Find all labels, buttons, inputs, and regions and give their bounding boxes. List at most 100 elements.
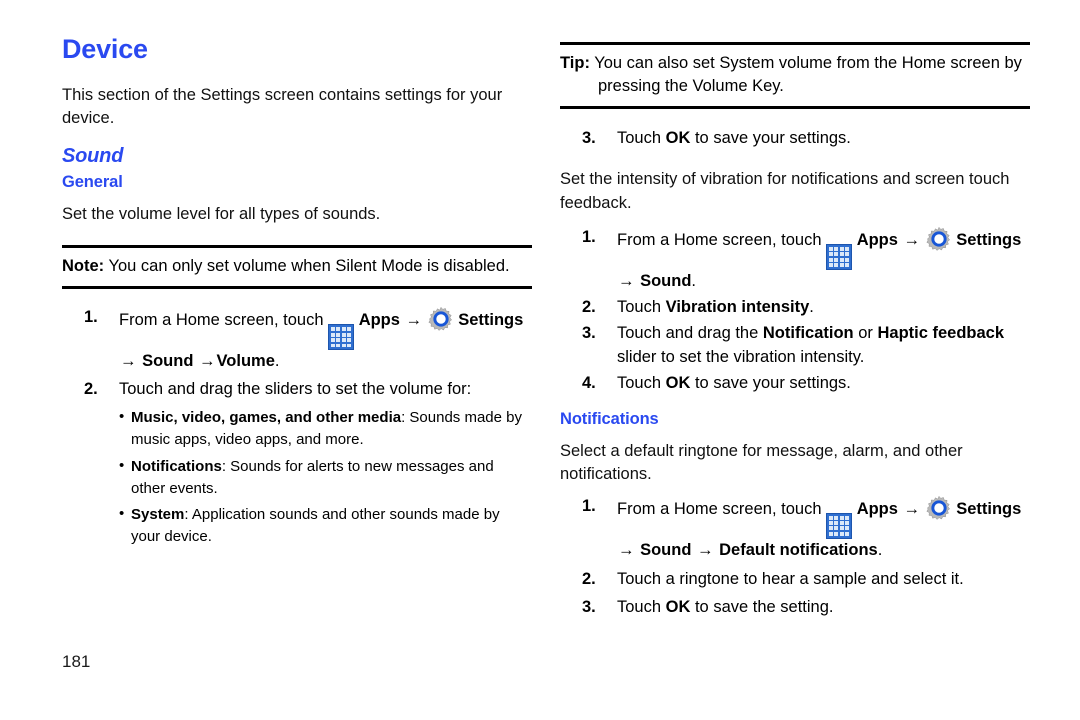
notification-slider-label: Notification [762, 323, 854, 342]
apps-grid-icon[interactable] [328, 324, 355, 351]
bullet-icon: • [119, 408, 125, 426]
bullet-term: Music, video, games, and other media [131, 409, 402, 427]
bullet-icon: • [119, 505, 125, 523]
step-text-pre: Touch [617, 298, 662, 316]
menu-path-default-notifications: Default notifications [719, 540, 878, 559]
bullet-term: Notifications [131, 457, 222, 475]
arrow-icon: → [199, 352, 216, 371]
tip-callout: Tip: You can also set System volume from… [560, 42, 1030, 110]
step-text-post: to save your settings. [694, 373, 851, 392]
step-item: 3. Touch OK to save your settings. [560, 127, 1030, 151]
note-callout: Note: You can only set volume when Silen… [62, 245, 532, 290]
manual-page: Device This section of the Settings scre… [0, 0, 1080, 720]
step-text-pre: Touch [617, 598, 662, 617]
step-period: . [691, 272, 697, 291]
settings-label: Settings [956, 499, 1022, 518]
step-number: 1. [582, 227, 596, 246]
step-period: . [877, 540, 883, 559]
gear-icon[interactable] [926, 495, 952, 521]
step-number: 4. [582, 373, 596, 392]
vibration-intro: Set the intensity of vibration for notif… [560, 170, 1010, 212]
right-column: Tip: You can also set System volume from… [560, 0, 1030, 622]
step-item: 2. Touch and drag the sliders to set the… [62, 378, 532, 402]
step-item: 3. Touch OK to save the setting. [560, 596, 1030, 620]
arrow-icon: → [618, 272, 635, 291]
step-number: 2. [582, 569, 596, 588]
volume-types-bullets: • Music, video, games, and other media : … [62, 407, 532, 548]
vibration-intensity-label: Vibration intensity [665, 298, 810, 316]
section-heading-sound: Sound [62, 144, 124, 167]
note-label: Note: [62, 257, 105, 276]
note-text: You can only set volume when Silent Mode… [108, 257, 510, 276]
vibration-steps-list: 1. From a Home screen, touch Apps → Sett… [560, 226, 1030, 396]
list-item: • System: Application sounds and other s… [62, 504, 532, 548]
step-text-post: to save the setting. [694, 598, 834, 617]
step-text-pre: Touch [617, 373, 662, 392]
arrow-icon: → [405, 311, 423, 330]
step-item: 4. Touch OK to save your settings. [560, 372, 1030, 396]
step-text-pre: Touch [617, 129, 662, 148]
notifications-intro: Select a default ringtone for message, a… [560, 441, 963, 484]
step-continuation: → Sound →Volume. [119, 350, 532, 374]
step-continuation: → Sound. [617, 270, 1030, 294]
step-number: 1. [582, 496, 596, 515]
intro-paragraph: This section of the Settings screen cont… [62, 86, 503, 128]
step-period: . [274, 352, 280, 371]
arrow-icon: → [120, 352, 137, 371]
step-number: 1. [84, 308, 98, 327]
step-number: 3. [582, 129, 596, 148]
left-column: Device This section of the Settings scre… [62, 0, 532, 549]
apps-label: Apps [358, 311, 400, 330]
arrow-icon: → [697, 540, 714, 559]
step-text-pre: Touch and drag the [617, 323, 759, 342]
step-item: 1. From a Home screen, touch Apps → Sett… [560, 495, 1030, 563]
tip-text: You can also set System volume from the … [594, 54, 1022, 96]
volume-save-step-list: 3. Touch OK to save your settings. [560, 127, 1030, 151]
menu-path-sound: Sound [640, 272, 692, 291]
step-continuation: → Sound → Default notifications. [617, 539, 1030, 563]
step-item: 1. From a Home screen, touch Apps → Sett… [560, 226, 1030, 294]
ok-button-label: OK [665, 373, 691, 392]
step-number: 2. [582, 298, 596, 316]
settings-label: Settings [956, 230, 1022, 249]
apps-label: Apps [856, 499, 898, 518]
step-text: Touch and drag the sliders to set the vo… [119, 380, 472, 399]
step-item: 2. Touch Vibration intensity. [560, 296, 1030, 320]
page-title: Device [62, 34, 148, 64]
step-item: 3. Touch and drag the Notification or Ha… [560, 322, 1030, 370]
bullet-description: : Application sounds and other sounds ma… [131, 506, 500, 546]
step-number: 2. [84, 380, 98, 399]
step-text-post: to save your settings. [694, 129, 851, 148]
apps-grid-icon[interactable] [826, 512, 853, 539]
arrow-icon: → [903, 230, 921, 249]
list-item: • Music, video, games, and other media: … [62, 407, 532, 451]
general-description: Set the volume level for all types of so… [62, 204, 381, 223]
menu-path-volume: Volume [216, 352, 275, 371]
bullet-icon: • [119, 456, 125, 474]
step-text: Touch a ringtone to hear a sample and se… [617, 569, 964, 588]
notifications-steps-list: 1. From a Home screen, touch Apps → Sett… [560, 495, 1030, 621]
gear-icon[interactable] [926, 226, 952, 252]
step-text-post: slider to set the vibration intensity. [617, 347, 865, 366]
step-item: 1. From a Home screen, touch Apps → Sett… [62, 306, 532, 374]
step-text-mid: or [858, 323, 873, 342]
menu-path-sound: Sound [142, 352, 194, 371]
step-text-prefix: From a Home screen, touch [119, 311, 324, 330]
apps-label: Apps [856, 230, 898, 249]
haptic-feedback-slider-label: Haptic feedback [877, 323, 1005, 342]
step-number: 3. [582, 323, 596, 342]
step-number: 3. [582, 598, 596, 617]
step-item: 2. Touch a ringtone to hear a sample and… [560, 568, 1030, 592]
tip-label: Tip: [560, 54, 590, 72]
volume-steps-list: 1. From a Home screen, touch Apps → Sett… [62, 306, 532, 402]
step-period: . [809, 298, 814, 316]
page-number: 181 [62, 652, 91, 671]
ok-button-label: OK [665, 598, 691, 617]
arrow-icon: → [618, 540, 635, 559]
apps-grid-icon[interactable] [826, 244, 853, 271]
list-item: • Notifications: Sounds for alerts to ne… [62, 456, 532, 500]
step-text-prefix: From a Home screen, touch [617, 230, 822, 249]
bullet-term: System [131, 506, 185, 524]
subsection-heading-notifications: Notifications [560, 409, 659, 428]
gear-icon[interactable] [428, 306, 454, 332]
